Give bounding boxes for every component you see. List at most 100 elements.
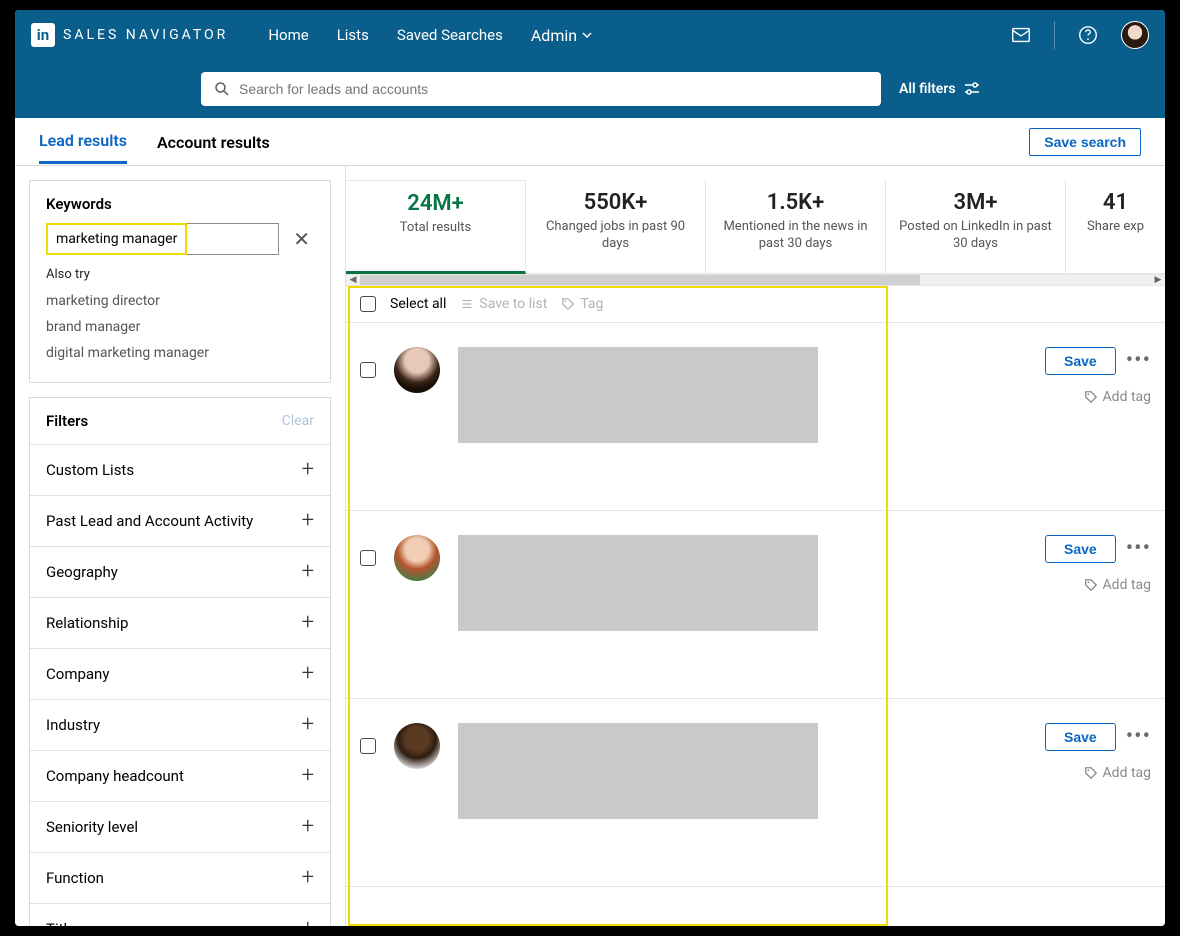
- row-checkbox[interactable]: [360, 738, 376, 754]
- filter-seniority[interactable]: Seniority level+: [30, 802, 330, 853]
- filter-geography[interactable]: Geography+: [30, 547, 330, 598]
- add-tag-button[interactable]: Add tag: [1084, 765, 1151, 781]
- plus-icon: +: [302, 561, 314, 583]
- scroll-left-icon[interactable]: ◀: [346, 275, 360, 285]
- filter-custom-lists[interactable]: Custom Lists+: [30, 445, 330, 496]
- search-row: All filters: [15, 60, 1165, 118]
- stat-num: 41: [1076, 190, 1155, 215]
- tag-action[interactable]: Tag: [561, 296, 603, 312]
- filter-title[interactable]: Title +: [30, 904, 330, 926]
- stat-posted-linkedin[interactable]: 3M+ Posted on LinkedIn in past 30 days: [886, 180, 1066, 274]
- filter-label: Past Lead and Account Activity: [46, 512, 253, 530]
- stats-scrollbar[interactable]: ◀ ▶: [346, 274, 1165, 286]
- suggestion-2[interactable]: digital marketing manager: [46, 340, 314, 366]
- profile-avatar[interactable]: [394, 723, 440, 769]
- save-search-button[interactable]: Save search: [1029, 128, 1141, 156]
- keywords-title: Keywords: [46, 195, 314, 213]
- stat-num: 1.5K+: [716, 190, 875, 215]
- mail-icon[interactable]: [1010, 24, 1032, 46]
- row-checkbox[interactable]: [360, 362, 376, 378]
- suggestion-0[interactable]: marketing director: [46, 288, 314, 314]
- filter-headcount[interactable]: Company headcount +: [30, 751, 330, 802]
- more-options-icon[interactable]: •••: [1126, 726, 1151, 748]
- plus-icon: +: [302, 918, 314, 926]
- plus-icon: +: [302, 612, 314, 634]
- result-content-placeholder: [458, 347, 818, 443]
- keywords-input-wrap[interactable]: marketing manager: [46, 223, 279, 255]
- global-search-input[interactable]: [239, 81, 869, 97]
- avatar[interactable]: [1121, 21, 1149, 49]
- profile-avatar[interactable]: [394, 535, 440, 581]
- filter-relationship[interactable]: Relationship +: [30, 598, 330, 649]
- scroll-right-icon[interactable]: ▶: [1151, 275, 1165, 285]
- keywords-clear-icon[interactable]: ✕: [289, 227, 314, 251]
- nav-admin-label: Admin: [531, 26, 577, 45]
- add-tag-button[interactable]: Add tag: [1084, 389, 1151, 405]
- stat-label: Mentioned in the news in past 30 days: [716, 219, 875, 253]
- profile-avatar[interactable]: [394, 347, 440, 393]
- filters-clear[interactable]: Clear: [282, 413, 314, 429]
- filter-industry[interactable]: Industry +: [30, 700, 330, 751]
- results-list: Save ••• Add tag: [346, 323, 1165, 926]
- select-all-checkbox[interactable]: [360, 296, 376, 312]
- results-tabs: Lead results Account results Save search: [15, 118, 1165, 166]
- filter-label: Function: [46, 869, 104, 887]
- tab-lead-results[interactable]: Lead results: [39, 119, 127, 164]
- save-to-list-action[interactable]: Save to list: [460, 296, 547, 312]
- plus-icon: +: [302, 714, 314, 736]
- scrollbar-thumb[interactable]: [360, 275, 920, 285]
- top-navbar: in SALES NAVIGATOR Home Lists Saved Sear…: [15, 10, 1165, 60]
- filter-label: Industry: [46, 716, 100, 734]
- add-tag-label: Add tag: [1103, 765, 1151, 781]
- stat-changed-jobs[interactable]: 550K+ Changed jobs in past 90 days: [526, 180, 706, 274]
- more-options-icon[interactable]: •••: [1126, 538, 1151, 560]
- more-options-icon[interactable]: •••: [1126, 350, 1151, 372]
- stat-label: Share exp: [1076, 219, 1155, 236]
- nav-saved-searches[interactable]: Saved Searches: [397, 26, 503, 45]
- product-name: SALES NAVIGATOR: [63, 27, 228, 43]
- row-checkbox[interactable]: [360, 550, 376, 566]
- filter-label: Title: [46, 920, 75, 926]
- filter-company[interactable]: Company +: [30, 649, 330, 700]
- stat-label: Posted on LinkedIn in past 30 days: [896, 219, 1055, 253]
- add-tag-button[interactable]: Add tag: [1084, 577, 1151, 593]
- filter-function[interactable]: Function +: [30, 853, 330, 904]
- save-lead-button[interactable]: Save: [1045, 723, 1116, 751]
- tag-icon: [561, 297, 575, 311]
- filter-label: Company headcount: [46, 767, 184, 785]
- keywords-input[interactable]: [47, 231, 278, 247]
- list-header: Select all Save to list Tag: [346, 286, 1165, 323]
- save-lead-button[interactable]: Save: [1045, 347, 1116, 375]
- tag-label: Tag: [580, 296, 603, 312]
- global-search-box[interactable]: [201, 72, 881, 106]
- select-all-label: Select all: [390, 296, 446, 312]
- nav-admin[interactable]: Admin: [531, 26, 593, 45]
- save-to-list-label: Save to list: [479, 296, 547, 312]
- save-lead-button[interactable]: Save: [1045, 535, 1116, 563]
- stat-num: 3M+: [896, 190, 1055, 215]
- all-filters-button[interactable]: All filters: [899, 81, 980, 97]
- suggestion-1[interactable]: brand manager: [46, 314, 314, 340]
- result-content-placeholder: [458, 723, 818, 819]
- plus-icon: +: [302, 663, 314, 685]
- stat-share-exp[interactable]: 41 Share exp: [1066, 180, 1165, 274]
- help-icon[interactable]: [1077, 24, 1099, 46]
- filter-label: Company: [46, 665, 109, 683]
- filters-title: Filters: [46, 412, 88, 430]
- nav-home[interactable]: Home: [268, 26, 308, 45]
- filter-label: Custom Lists: [46, 461, 134, 479]
- plus-icon: +: [302, 816, 314, 838]
- stat-label: Changed jobs in past 90 days: [536, 219, 695, 253]
- stat-mentioned-news[interactable]: 1.5K+ Mentioned in the news in past 30 d…: [706, 180, 886, 274]
- filter-past-activity[interactable]: Past Lead and Account Activity+: [30, 496, 330, 547]
- list-icon: [460, 297, 474, 311]
- also-try-label: Also try: [46, 267, 314, 282]
- plus-icon: +: [302, 867, 314, 889]
- plus-icon: +: [302, 765, 314, 787]
- tab-account-results[interactable]: Account results: [157, 121, 270, 163]
- add-tag-label: Add tag: [1103, 389, 1151, 405]
- filter-label: Relationship: [46, 614, 128, 632]
- linkedin-logo[interactable]: in: [31, 23, 55, 47]
- nav-lists[interactable]: Lists: [337, 26, 369, 45]
- stat-total-results[interactable]: 24M+ Total results: [346, 180, 526, 274]
